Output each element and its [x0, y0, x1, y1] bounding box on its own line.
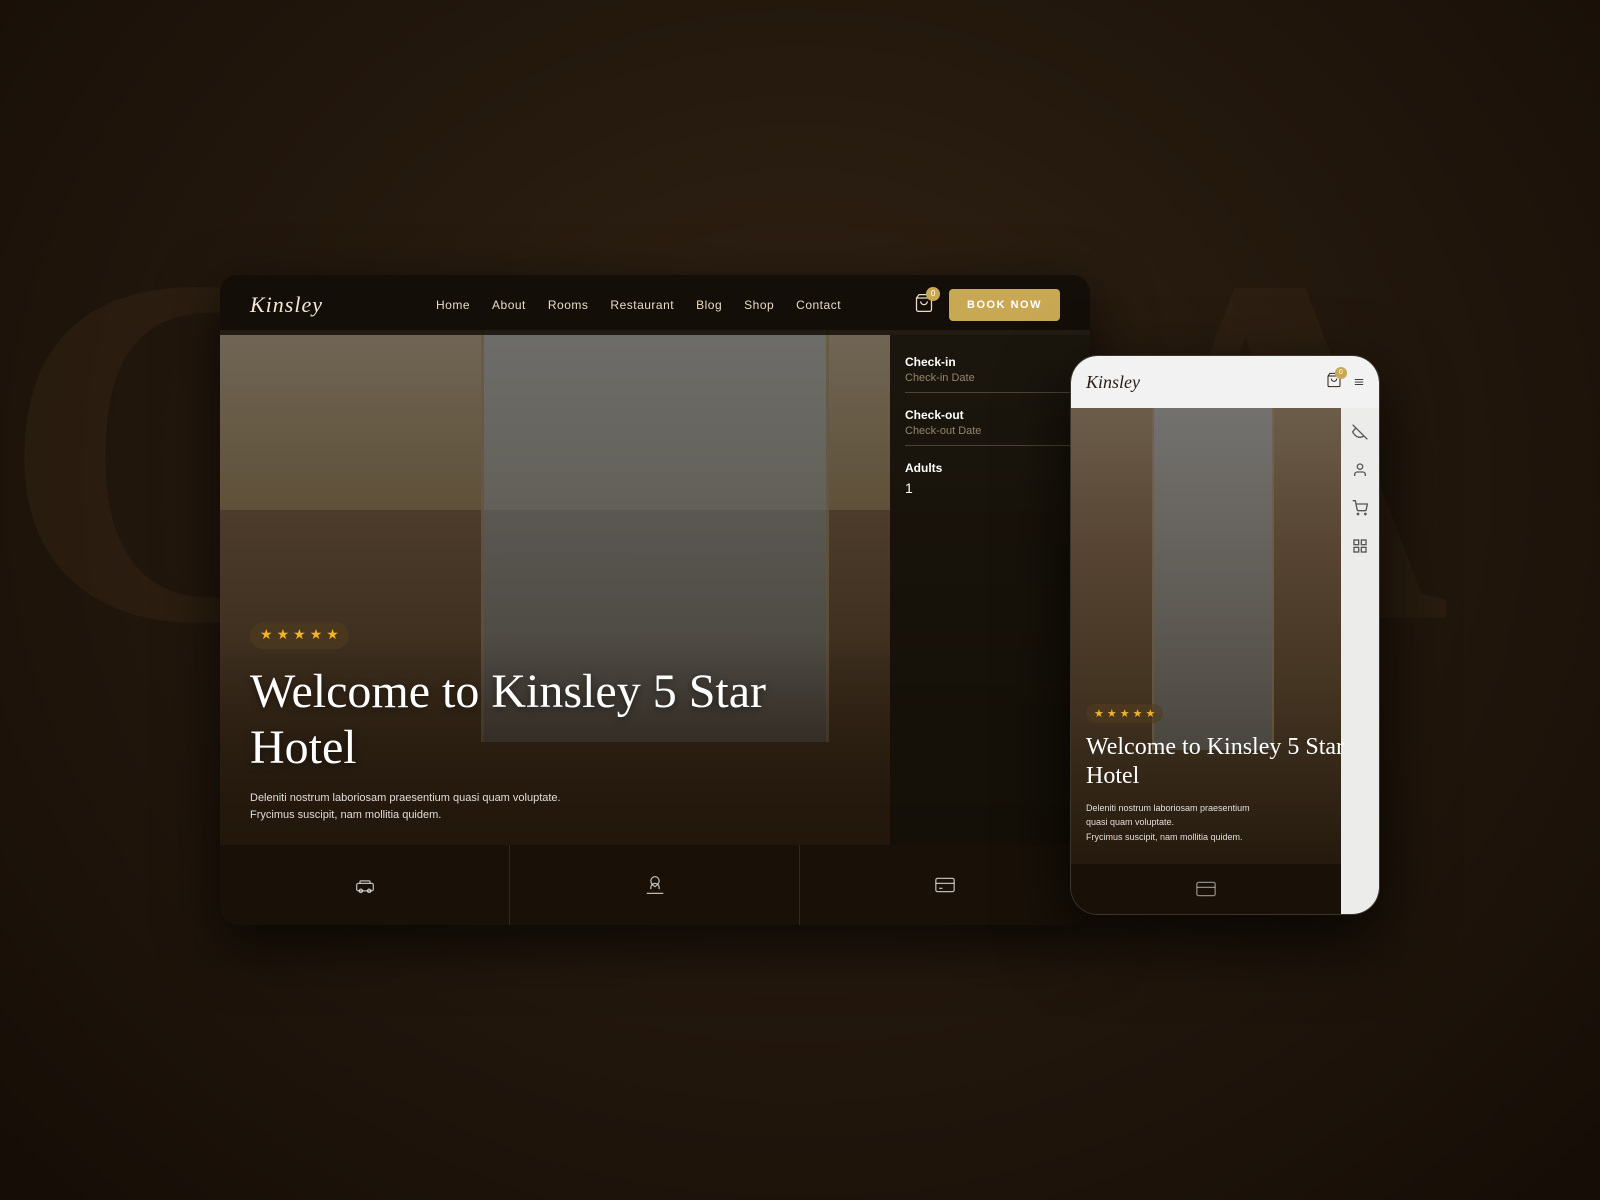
mobile-star-5: ★ — [1146, 707, 1156, 720]
scene-wrapper: Kinsley Home About Rooms Restaurant Blog… — [220, 275, 1380, 925]
mobile-star-2: ★ — [1107, 707, 1117, 720]
mobile-bottom-icon — [1196, 879, 1216, 899]
mobile-star-3: ★ — [1120, 707, 1130, 720]
desktop-inner: Kinsley Home About Rooms Restaurant Blog… — [220, 275, 1090, 925]
desktop-subtitle-line1: Deleniti nostrum laboriosam praesentium … — [250, 792, 561, 804]
star-4: ★ — [310, 627, 323, 644]
mobile-hero-subtitle: Deleniti nostrum laboriosam praesentium … — [1086, 801, 1364, 844]
nav-link-contact[interactable]: Contact — [796, 298, 841, 312]
mobile-stars: ★ ★ ★ ★ ★ — [1086, 704, 1163, 723]
desktop-stars: ★ ★ ★ ★ ★ — [250, 622, 349, 649]
creditcard-icon — [935, 875, 955, 895]
toolbar-grid-icon[interactable] — [1346, 532, 1374, 560]
mobile-logo: Kinsley — [1086, 372, 1326, 393]
nav-link-rooms[interactable]: Rooms — [548, 298, 589, 312]
nav-link-blog[interactable]: Blog — [696, 298, 722, 312]
checkout-label: Check-out — [905, 408, 1075, 422]
toolbar-eye-icon[interactable] — [1346, 418, 1374, 446]
toolbar-cart-icon[interactable] — [1346, 494, 1374, 522]
mobile-toolbar — [1341, 408, 1379, 914]
adults-section: Adults 1 — [905, 461, 1075, 496]
star-1: ★ — [260, 627, 273, 644]
mobile-menu-icon[interactable]: ≡ — [1354, 372, 1364, 393]
service-creditcard[interactable] — [800, 845, 1090, 925]
adults-label: Adults — [905, 461, 1075, 475]
mobile-cart-badge: 0 — [1335, 367, 1347, 379]
nav-link-restaurant[interactable]: Restaurant — [610, 298, 674, 312]
mobile-subtitle-2: quasi quam voluptate. — [1086, 817, 1174, 827]
desktop-cart-badge: 0 — [926, 287, 940, 301]
desktop-logo: Kinsley — [250, 292, 323, 318]
mobile-cart-wrapper[interactable]: 0 — [1326, 372, 1342, 393]
desktop-hero-subtitle: Deleniti nostrum laboriosam praesentium … — [250, 790, 800, 825]
toolbar-user-icon[interactable] — [1346, 456, 1374, 484]
checkin-value[interactable]: Check-in Date — [905, 372, 1075, 393]
checkout-section: Check-out Check-out Date — [905, 408, 1075, 446]
nav-link-shop[interactable]: Shop — [744, 298, 774, 312]
concierge-icon — [645, 875, 665, 895]
mobile-star-4: ★ — [1133, 707, 1143, 720]
mobile-subtitle-1: Deleniti nostrum laboriosam praesentium — [1086, 803, 1250, 813]
booking-dropdown: Check-in Check-in Date Check-out Check-o… — [890, 335, 1090, 845]
desktop-cart-wrapper[interactable]: 0 — [914, 293, 934, 318]
mobile-bottom-bar — [1071, 864, 1341, 914]
service-bar — [220, 845, 1090, 925]
adults-value[interactable]: 1 — [905, 480, 1075, 496]
desktop-nav: Kinsley Home About Rooms Restaurant Blog… — [220, 275, 1090, 335]
mobile-subtitle-3: Frycimus suscipit, nam mollitia quidem. — [1086, 832, 1243, 842]
mobile-star-1: ★ — [1094, 707, 1104, 720]
checkin-label: Check-in — [905, 355, 1075, 369]
service-concierge[interactable] — [510, 845, 800, 925]
mobile-inner: Kinsley 0 ≡ ★ ★ — [1071, 356, 1379, 914]
nav-link-home[interactable]: Home — [436, 298, 470, 312]
mobile-nav: Kinsley 0 ≡ — [1071, 356, 1379, 408]
star-5: ★ — [326, 627, 339, 644]
mobile-hero-title: Welcome to Kinsley 5 Star Hotel — [1086, 733, 1364, 791]
desktop-mockup: Kinsley Home About Rooms Restaurant Blog… — [220, 275, 1090, 925]
book-now-button[interactable]: BOOK NOW — [949, 289, 1060, 321]
star-3: ★ — [293, 627, 306, 644]
desktop-hero-content: ★ ★ ★ ★ ★ Welcome to Kinsley 5 Star Hote… — [250, 622, 800, 825]
desktop-hero-title: Welcome to Kinsley 5 Star Hotel — [250, 664, 800, 774]
desktop-subtitle-line2: Frycimus suscipit, nam mollitia quidem. — [250, 809, 441, 821]
taxi-icon — [355, 875, 375, 895]
desktop-nav-right: 0 BOOK NOW — [914, 289, 1060, 321]
desktop-nav-links: Home About Rooms Restaurant Blog Shop Co… — [363, 298, 914, 312]
nav-link-about[interactable]: About — [492, 298, 526, 312]
checkout-value[interactable]: Check-out Date — [905, 425, 1075, 446]
mobile-nav-right: 0 ≡ — [1326, 372, 1364, 393]
service-taxi[interactable] — [220, 845, 510, 925]
mobile-hero-content: ★ ★ ★ ★ ★ Welcome to Kinsley 5 Star Hote… — [1086, 704, 1364, 844]
star-2: ★ — [277, 627, 290, 644]
mobile-mockup: Kinsley 0 ≡ ★ ★ — [1070, 355, 1380, 915]
checkin-section: Check-in Check-in Date — [905, 355, 1075, 393]
